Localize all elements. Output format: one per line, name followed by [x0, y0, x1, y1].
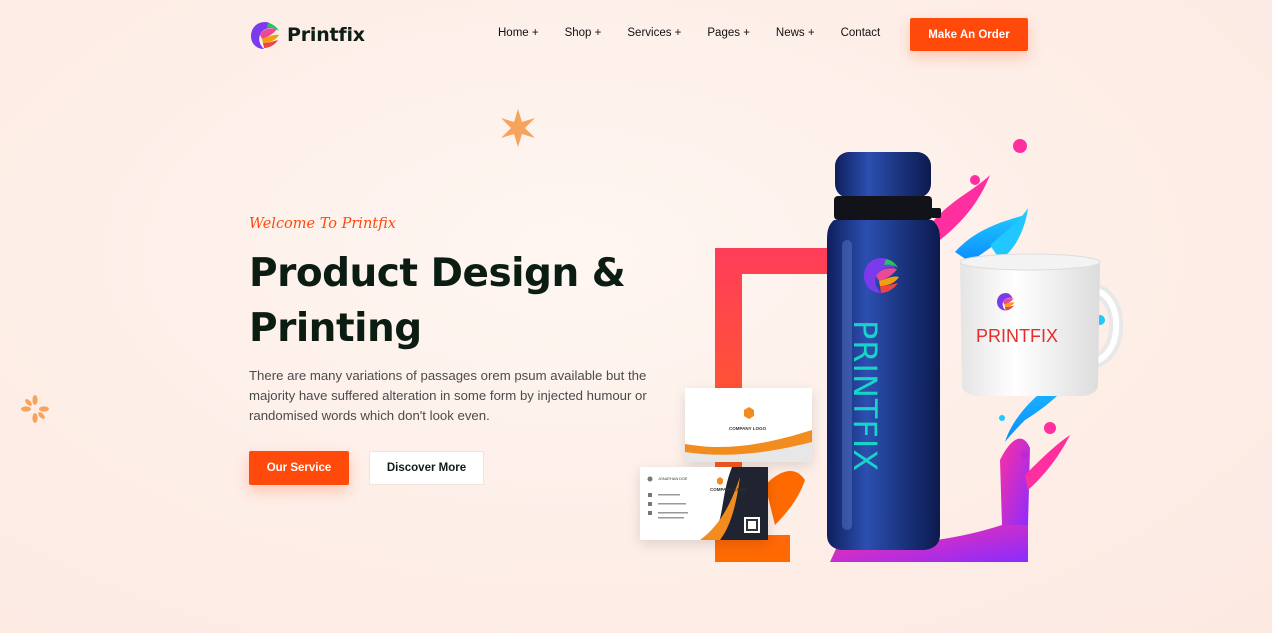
nav-item-contact[interactable]: Contact	[841, 27, 881, 39]
card-person-name: JONATHAN DOE	[658, 477, 688, 481]
bottle-print: PRINTFIX	[846, 320, 885, 472]
site-header: Printfix Home + Shop + Services + Pages …	[0, 0, 1272, 70]
make-an-order-button[interactable]: Make An Order	[910, 18, 1028, 51]
star-icon	[501, 109, 535, 147]
star-icon	[21, 395, 49, 423]
main-nav: Home + Shop + Services + Pages + News + …	[498, 27, 906, 39]
hero-description: There are many variations of passages or…	[249, 368, 647, 423]
hero-illustration: COMPANY LOGO JONATHAN DOE COMPANY LOGO P…	[630, 130, 1140, 570]
hero-eyebrow: Welcome To Printfix	[249, 216, 396, 232]
brand-name: Printfix	[287, 24, 365, 46]
mug-print-text: PRINTFIX	[976, 326, 1059, 346]
nav-item-services[interactable]: Services +	[627, 27, 681, 39]
discover-more-button[interactable]: Discover More	[369, 451, 484, 485]
card-logo-text: COMPANY LOGO	[710, 487, 748, 492]
nav-item-news[interactable]: News +	[776, 27, 815, 39]
nav-item-pages[interactable]: Pages +	[707, 27, 750, 39]
nav-item-shop[interactable]: Shop +	[565, 27, 602, 39]
brand-logo[interactable]: Printfix	[248, 18, 365, 52]
card-front-art	[685, 407, 812, 462]
business-card-back: JONATHAN DOE COMPANY LOGO	[640, 467, 768, 540]
card-logo-text: COMPANY LOGO	[729, 426, 767, 431]
printfix-logo-icon	[251, 22, 279, 49]
our-service-button[interactable]: Our Service	[249, 451, 349, 485]
business-card-front: COMPANY LOGO	[685, 388, 812, 462]
bottle-print-text: PRINTFIX	[846, 320, 884, 473]
nav-item-home[interactable]: Home +	[498, 27, 539, 39]
